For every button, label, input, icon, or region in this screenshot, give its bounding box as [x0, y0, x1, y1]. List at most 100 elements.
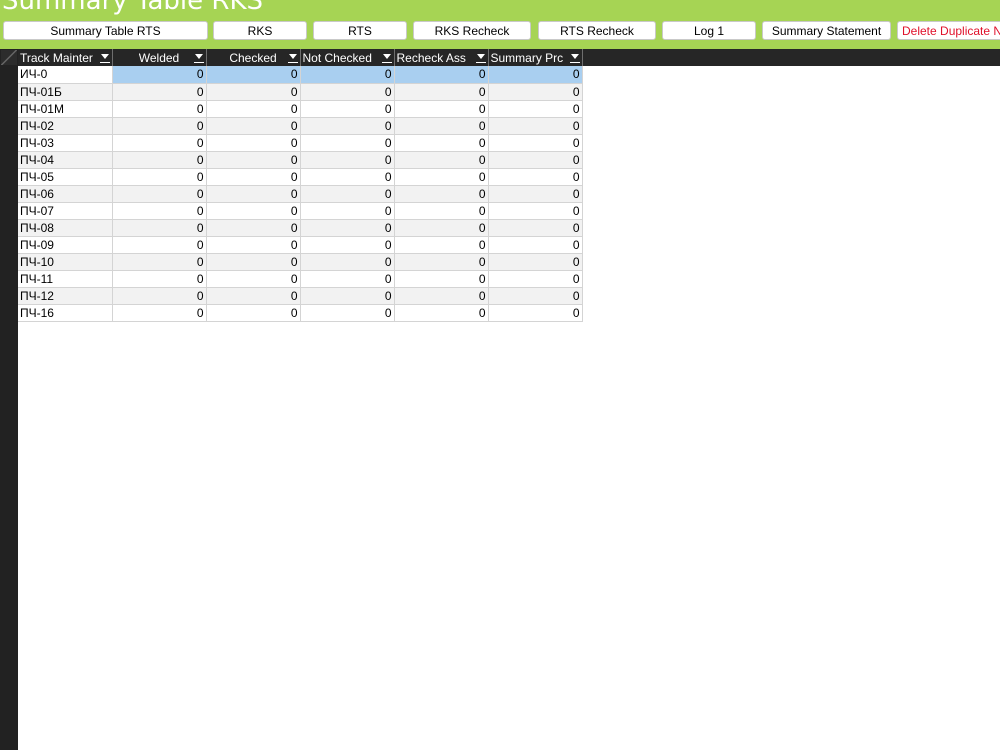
welded-cell[interactable]: 0 — [112, 134, 207, 152]
welded-cell[interactable]: 0 — [112, 270, 207, 288]
summary-cell[interactable]: 0 — [488, 304, 583, 322]
col-header-recheck[interactable]: Recheck Ass — [394, 49, 489, 66]
welded-cell[interactable]: 0 — [112, 185, 207, 203]
rks-button[interactable]: RKS — [213, 21, 307, 40]
log-1-button[interactable]: Log 1 — [662, 21, 756, 40]
track-name-cell[interactable]: ПЧ-04 — [18, 151, 113, 169]
not-checked-cell[interactable]: 0 — [300, 117, 395, 135]
delete-duplicate-button[interactable]: Delete Duplicate N — [897, 21, 1000, 40]
recheck-cell[interactable]: 0 — [394, 151, 489, 169]
checked-cell[interactable]: 0 — [206, 83, 301, 101]
table-row[interactable]: ПЧ-02 0 0 0 0 0 — [18, 117, 583, 135]
recheck-cell[interactable]: 0 — [394, 270, 489, 288]
table-row[interactable]: ИЧ-0 0 0 0 0 0 — [18, 66, 583, 84]
filter-dropdown-icon[interactable] — [475, 52, 486, 63]
rts-button[interactable]: RTS — [313, 21, 407, 40]
summary-cell[interactable]: 0 — [488, 83, 583, 101]
filter-dropdown-icon[interactable] — [569, 52, 580, 63]
checked-cell[interactable]: 0 — [206, 219, 301, 237]
not-checked-cell[interactable]: 0 — [300, 304, 395, 322]
checked-cell[interactable]: 0 — [206, 100, 301, 118]
recheck-cell[interactable]: 0 — [394, 66, 489, 84]
summary-cell[interactable]: 0 — [488, 185, 583, 203]
checked-cell[interactable]: 0 — [206, 66, 301, 84]
checked-cell[interactable]: 0 — [206, 185, 301, 203]
checked-cell[interactable]: 0 — [206, 253, 301, 271]
recheck-cell[interactable]: 0 — [394, 236, 489, 254]
welded-cell[interactable]: 0 — [112, 100, 207, 118]
table-row[interactable]: ПЧ-01Б 0 0 0 0 0 — [18, 83, 583, 101]
summary-cell[interactable]: 0 — [488, 270, 583, 288]
not-checked-cell[interactable]: 0 — [300, 134, 395, 152]
col-header-checked[interactable]: Checked — [206, 49, 301, 66]
col-header-track-maintenance[interactable]: Track Mainter — [18, 49, 113, 66]
table-row[interactable]: ПЧ-10 0 0 0 0 0 — [18, 253, 583, 271]
not-checked-cell[interactable]: 0 — [300, 151, 395, 169]
summary-cell[interactable]: 0 — [488, 287, 583, 305]
checked-cell[interactable]: 0 — [206, 270, 301, 288]
checked-cell[interactable]: 0 — [206, 134, 301, 152]
table-row[interactable]: ПЧ-04 0 0 0 0 0 — [18, 151, 583, 169]
table-row[interactable]: ПЧ-05 0 0 0 0 0 — [18, 168, 583, 186]
track-name-cell[interactable]: ПЧ-01М — [18, 100, 113, 118]
filter-dropdown-icon[interactable] — [287, 52, 298, 63]
filter-dropdown-icon[interactable] — [99, 52, 110, 63]
summary-cell[interactable]: 0 — [488, 236, 583, 254]
track-name-cell[interactable]: ПЧ-07 — [18, 202, 113, 220]
not-checked-cell[interactable]: 0 — [300, 66, 395, 84]
track-name-cell[interactable]: ПЧ-05 — [18, 168, 113, 186]
summary-cell[interactable]: 0 — [488, 219, 583, 237]
table-row[interactable]: ПЧ-07 0 0 0 0 0 — [18, 202, 583, 220]
select-all-corner[interactable] — [1, 50, 17, 65]
not-checked-cell[interactable]: 0 — [300, 236, 395, 254]
summary-cell[interactable]: 0 — [488, 117, 583, 135]
track-name-cell[interactable]: ПЧ-08 — [18, 219, 113, 237]
summary-cell[interactable]: 0 — [488, 168, 583, 186]
welded-cell[interactable]: 0 — [112, 117, 207, 135]
not-checked-cell[interactable]: 0 — [300, 287, 395, 305]
welded-cell[interactable]: 0 — [112, 151, 207, 169]
checked-cell[interactable]: 0 — [206, 151, 301, 169]
not-checked-cell[interactable]: 0 — [300, 83, 395, 101]
recheck-cell[interactable]: 0 — [394, 219, 489, 237]
track-name-cell[interactable]: ПЧ-16 — [18, 304, 113, 322]
not-checked-cell[interactable]: 0 — [300, 202, 395, 220]
table-row[interactable]: ПЧ-11 0 0 0 0 0 — [18, 270, 583, 288]
recheck-cell[interactable]: 0 — [394, 202, 489, 220]
welded-cell[interactable]: 0 — [112, 287, 207, 305]
summary-statement-button[interactable]: Summary Statement — [762, 21, 891, 40]
table-row[interactable]: ПЧ-16 0 0 0 0 0 — [18, 304, 583, 322]
summary-cell[interactable]: 0 — [488, 100, 583, 118]
welded-cell[interactable]: 0 — [112, 236, 207, 254]
checked-cell[interactable]: 0 — [206, 168, 301, 186]
welded-cell[interactable]: 0 — [112, 83, 207, 101]
recheck-cell[interactable]: 0 — [394, 100, 489, 118]
track-name-cell[interactable]: ИЧ-0 — [18, 66, 113, 84]
checked-cell[interactable]: 0 — [206, 202, 301, 220]
recheck-cell[interactable]: 0 — [394, 117, 489, 135]
col-header-summary[interactable]: Summary Prc — [488, 49, 583, 66]
recheck-cell[interactable]: 0 — [394, 287, 489, 305]
rks-recheck-button[interactable]: RKS Recheck — [413, 21, 531, 40]
summary-cell[interactable]: 0 — [488, 253, 583, 271]
recheck-cell[interactable]: 0 — [394, 185, 489, 203]
table-row[interactable]: ПЧ-09 0 0 0 0 0 — [18, 236, 583, 254]
summary-table-rts-button[interactable]: Summary Table RTS — [3, 21, 208, 40]
checked-cell[interactable]: 0 — [206, 304, 301, 322]
welded-cell[interactable]: 0 — [112, 202, 207, 220]
not-checked-cell[interactable]: 0 — [300, 253, 395, 271]
recheck-cell[interactable]: 0 — [394, 134, 489, 152]
table-row[interactable]: ПЧ-06 0 0 0 0 0 — [18, 185, 583, 203]
not-checked-cell[interactable]: 0 — [300, 219, 395, 237]
recheck-cell[interactable]: 0 — [394, 304, 489, 322]
track-name-cell[interactable]: ПЧ-10 — [18, 253, 113, 271]
track-name-cell[interactable]: ПЧ-06 — [18, 185, 113, 203]
filter-dropdown-icon[interactable] — [381, 52, 392, 63]
checked-cell[interactable]: 0 — [206, 287, 301, 305]
track-name-cell[interactable]: ПЧ-03 — [18, 134, 113, 152]
table-row[interactable]: ПЧ-08 0 0 0 0 0 — [18, 219, 583, 237]
not-checked-cell[interactable]: 0 — [300, 185, 395, 203]
checked-cell[interactable]: 0 — [206, 236, 301, 254]
welded-cell[interactable]: 0 — [112, 253, 207, 271]
welded-cell[interactable]: 0 — [112, 219, 207, 237]
